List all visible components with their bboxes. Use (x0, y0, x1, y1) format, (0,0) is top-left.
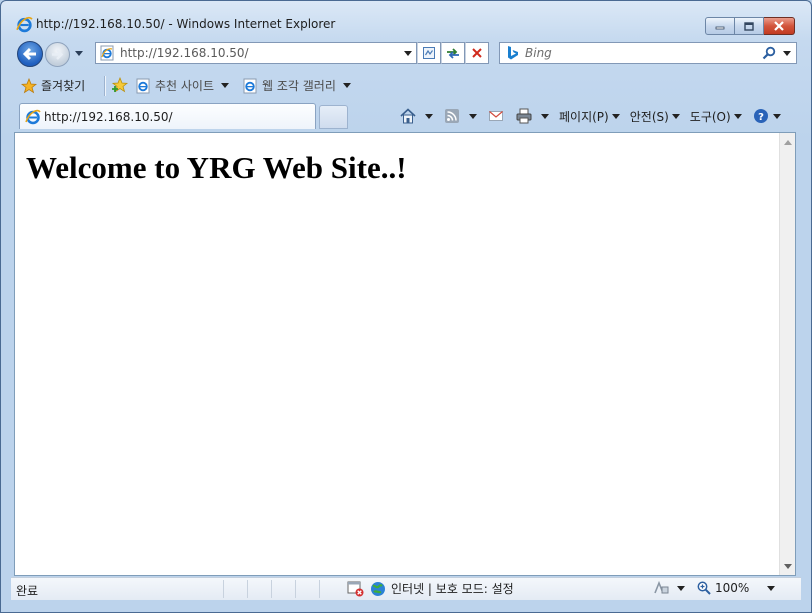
status-text: 완료 (16, 584, 39, 598)
tab-label: http://192.168.10.50/ (44, 110, 173, 124)
status-divider (319, 580, 320, 598)
page-menu-label: 페이지(P) (559, 109, 609, 124)
feeds-button[interactable] (443, 107, 477, 125)
fav-item-label: 웹 조각 갤러리 (262, 79, 336, 93)
recent-pages-dropdown[interactable] (75, 51, 83, 56)
ie-page-icon (136, 78, 150, 93)
internet-globe-icon (371, 581, 385, 596)
zoom-icon (697, 581, 711, 595)
tools-menu[interactable]: 도구(O) (690, 108, 742, 125)
back-arrow-icon (22, 47, 36, 61)
status-divider (271, 580, 272, 598)
page-content: Welcome to YRG Web Site..! (14, 132, 796, 576)
compatibility-view-icon (423, 47, 435, 59)
scroll-up-icon[interactable] (784, 140, 792, 145)
chevron-down-icon (469, 113, 477, 119)
minimize-button[interactable] (705, 17, 735, 35)
back-button[interactable] (17, 41, 43, 67)
print-button[interactable] (515, 107, 549, 125)
search-options-dropdown[interactable] (783, 51, 791, 56)
read-mail-button[interactable] (487, 107, 505, 125)
zoom-dropdown-icon[interactable] (767, 585, 776, 591)
page-icon (100, 45, 114, 61)
add-to-favorites-bar-button[interactable] (111, 77, 129, 93)
refresh-icon (447, 48, 459, 59)
search-icon[interactable] (762, 46, 776, 60)
add-favorite-star-icon (111, 77, 129, 93)
chevron-down-icon[interactable] (677, 585, 685, 591)
page-heading: Welcome to YRG Web Site..! (26, 150, 407, 185)
forward-button[interactable] (45, 42, 70, 67)
page-menu[interactable]: 페이지(P) (559, 108, 620, 125)
mail-icon (489, 111, 503, 121)
scroll-down-icon[interactable] (784, 564, 792, 569)
close-icon (774, 21, 784, 31)
chevron-down-icon (733, 113, 742, 119)
address-input[interactable]: http://192.168.10.50/ (120, 46, 249, 60)
stop-icon (472, 48, 482, 58)
favorites-label: 즐겨찾기 (41, 79, 86, 93)
status-divider (295, 580, 296, 598)
chevron-down-icon (611, 113, 620, 119)
home-button[interactable] (399, 107, 433, 125)
security-zone[interactable]: 인터넷 | 보호 모드: 설정 (347, 580, 514, 597)
window-title: http://192.168.10.50/ - Windows Internet… (36, 17, 336, 31)
maximize-button[interactable] (735, 17, 764, 35)
fav-item-suggested-sites[interactable]: 추천 사이트 (135, 77, 230, 94)
tab-active[interactable]: http://192.168.10.50/ (19, 103, 316, 129)
status-divider (223, 580, 224, 598)
search-input[interactable]: Bing (525, 46, 552, 60)
address-bar[interactable]: http://192.168.10.50/ (95, 42, 417, 64)
ie-page-icon (243, 78, 257, 93)
refresh-button[interactable] (441, 42, 465, 64)
rss-feed-icon (445, 109, 459, 123)
chevron-down-icon (671, 113, 680, 119)
favorites-button[interactable]: 즐겨찾기 (21, 77, 85, 94)
favorites-bar: 즐겨찾기 추천 사이트 웹 조각 갤러리 (11, 72, 801, 100)
minimize-icon (715, 26, 725, 30)
safety-menu-label: 안전(S) (629, 109, 669, 124)
svg-text:?: ? (758, 112, 764, 123)
security-settings-icon[interactable] (653, 580, 671, 596)
status-divider (247, 580, 248, 598)
compatibility-view-button[interactable] (417, 42, 441, 64)
fav-item-label: 추천 사이트 (155, 79, 215, 93)
zoom-level[interactable]: 100% (715, 581, 749, 595)
tools-menu-label: 도구(O) (689, 109, 731, 124)
help-button[interactable]: ? (752, 107, 781, 125)
chevron-down-icon (221, 83, 230, 88)
command-bar: 페이지(P) 안전(S) 도구(O) ? (399, 105, 791, 127)
title-bar: http://192.168.10.50/ - Windows Internet… (1, 1, 811, 35)
search-box[interactable]: Bing (499, 42, 797, 64)
zone-text: 인터넷 | 보호 모드: 설정 (391, 582, 514, 596)
status-bar: 완료 인터넷 | 보호 모드: 설정 100% (11, 577, 801, 600)
ie-logo-icon (25, 109, 41, 125)
vertical-scrollbar[interactable] (779, 133, 795, 575)
browser-window: http://192.168.10.50/ - Windows Internet… (0, 0, 812, 613)
help-icon: ? (753, 109, 768, 123)
bing-logo-icon (508, 46, 518, 60)
home-icon (400, 108, 416, 124)
chevron-down-icon (541, 113, 549, 119)
stop-button[interactable] (465, 42, 489, 64)
forward-arrow-icon (52, 49, 64, 60)
new-tab-button[interactable] (319, 105, 348, 129)
close-window-button[interactable] (764, 17, 795, 35)
ie-logo-icon (16, 16, 33, 33)
chevron-down-icon (425, 113, 433, 119)
favorites-separator (104, 76, 105, 96)
favorites-star-icon (21, 77, 37, 93)
maximize-icon (744, 21, 754, 31)
address-dropdown-icon[interactable] (404, 51, 412, 56)
safety-menu[interactable]: 안전(S) (630, 108, 680, 125)
blocked-content-icon (347, 581, 364, 596)
chevron-down-icon (342, 83, 351, 88)
fav-item-web-slice-gallery[interactable]: 웹 조각 갤러리 (242, 77, 351, 94)
printer-icon (516, 108, 532, 124)
chevron-down-icon (772, 113, 781, 119)
